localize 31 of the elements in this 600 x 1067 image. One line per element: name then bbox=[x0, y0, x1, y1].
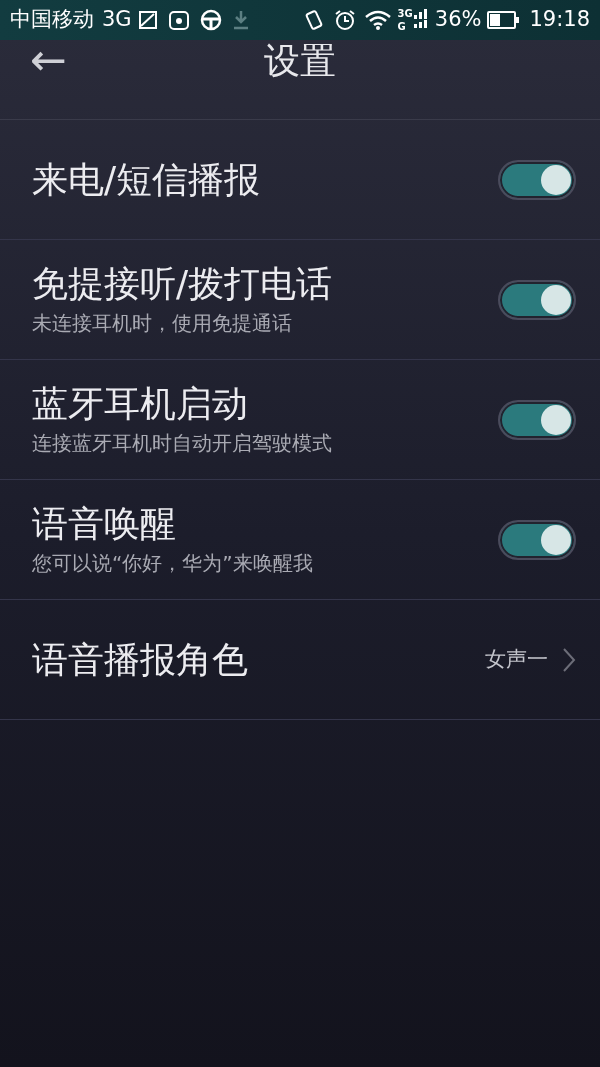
signal-icon bbox=[412, 9, 427, 31]
toggle-switch[interactable] bbox=[498, 399, 576, 440]
setting-description: 连接蓝牙耳机时自动开启驾驶模式 bbox=[32, 430, 333, 457]
signal-label: G bbox=[397, 21, 407, 32]
setting-title: 语音唤醒 bbox=[32, 502, 177, 546]
steering-wheel-icon bbox=[199, 9, 222, 31]
back-button[interactable]: ← bbox=[30, 38, 67, 82]
setting-value: 女声一 bbox=[485, 645, 548, 673]
page-title: 设置 bbox=[264, 38, 336, 83]
signal-label: 3G bbox=[397, 8, 413, 19]
download-icon bbox=[231, 9, 250, 31]
setting-description: 您可以说“你好，华为”来唤醒我 bbox=[32, 550, 314, 577]
setting-title: 语音播报角色 bbox=[32, 638, 249, 682]
alarm-icon bbox=[333, 9, 356, 31]
network-type: 3G bbox=[102, 6, 132, 34]
setting-title: 蓝牙耳机启动 bbox=[32, 382, 249, 426]
wifi-icon bbox=[363, 9, 392, 31]
app-icon bbox=[167, 9, 190, 31]
setting-description: 未连接耳机时，使用免提通话 bbox=[32, 310, 293, 337]
vibrate-icon bbox=[303, 9, 324, 31]
toggle-switch[interactable] bbox=[498, 519, 576, 560]
toggle-switch[interactable] bbox=[498, 159, 576, 200]
battery-icon bbox=[487, 11, 520, 29]
clock-time: 19:18 bbox=[529, 6, 590, 34]
chevron-right-icon bbox=[562, 646, 576, 673]
setting-title: 来电/短信播报 bbox=[32, 158, 262, 202]
toggle-switch[interactable] bbox=[498, 279, 576, 320]
battery-percent: 36% bbox=[434, 6, 482, 34]
setting-title: 免提接听/拨打电话 bbox=[32, 262, 334, 306]
image-icon bbox=[137, 10, 158, 30]
carrier-name: 中国移动 bbox=[10, 6, 94, 34]
